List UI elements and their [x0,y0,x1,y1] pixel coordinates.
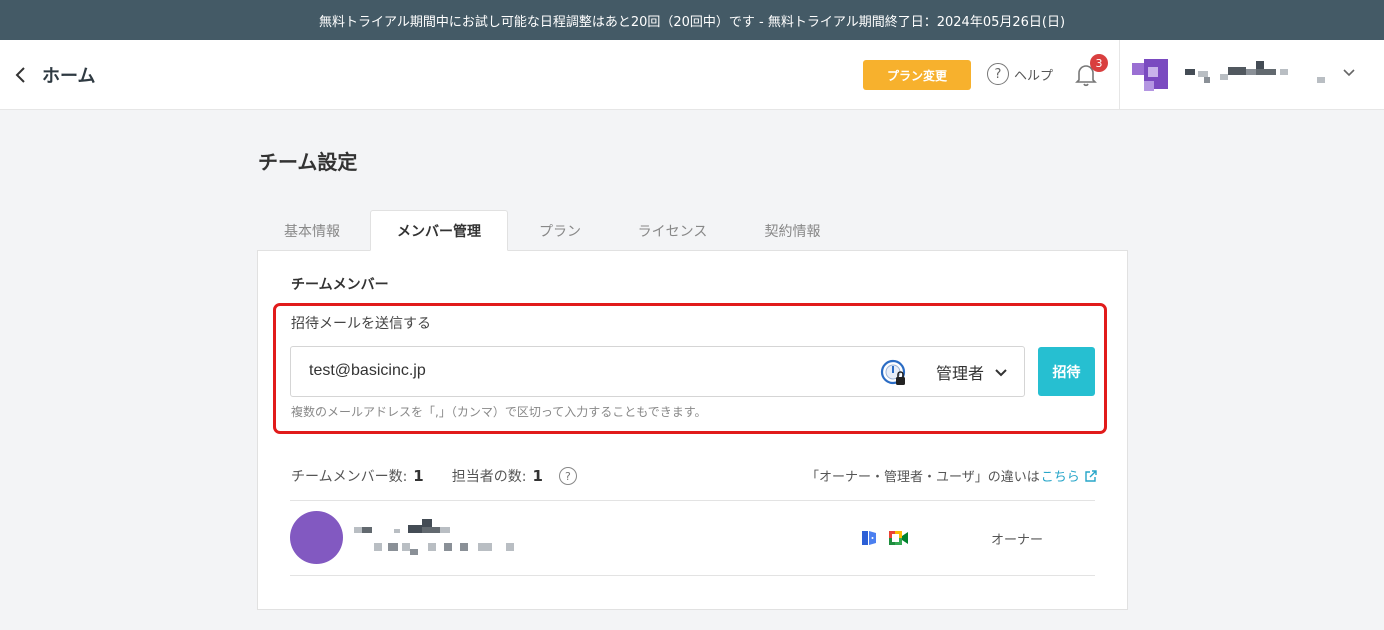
member-count-label: チームメンバー数: [291,469,408,485]
role-difference-text: 「オーナー・管理者・ユーザ」の違いは [806,470,1040,485]
account-menu[interactable] [1130,57,1370,93]
assignee-count: 1 [532,467,543,485]
tab-plan[interactable]: プラン [515,210,605,251]
header-divider [1119,40,1120,110]
notification-badge: 3 [1090,54,1108,72]
page-title: チーム設定 [258,150,358,174]
avatar [290,511,343,564]
notifications-button[interactable]: 3 [1074,54,1108,90]
divider [290,575,1095,576]
tab-member-management[interactable]: メンバー管理 [370,210,508,251]
section-title-team-members: チームメンバー [291,277,389,293]
trial-banner-text: 無料トライアル期間中にお試し可能な日程調整はあと20回（20回中）です - 無料… [318,14,1066,30]
role-difference-link[interactable]: こちら [1041,466,1080,485]
tab-basic-info[interactable]: 基本情報 [262,210,362,251]
help-link[interactable]: ? ヘルプ [987,63,1053,85]
highlight-annotation [273,303,1107,434]
tab-contract-info[interactable]: 契約情報 [745,210,840,251]
trial-banner: 無料トライアル期間中にお試し可能な日程調整はあと20回（20回中）です - 無料… [0,0,1384,40]
member-stats: チームメンバー数: 1 担当者の数: 1 ? [291,466,577,486]
tab-license[interactable]: ライセンス [620,210,725,251]
door-app-icon [862,531,876,545]
assignee-count-label: 担当者の数: [451,469,527,485]
member-role: オーナー [991,533,1044,548]
google-meet-icon [889,531,908,545]
back-home-label: ホーム [42,66,96,87]
table-row: オーナー [290,501,1095,575]
help-icon: ? [987,63,1009,85]
info-icon[interactable]: ? [558,467,577,485]
external-link-icon[interactable] [1084,469,1098,483]
help-label: ヘルプ [1014,68,1054,84]
chevron-down-icon [1343,69,1355,77]
member-count: 1 [413,467,424,485]
chevron-left-icon [14,60,34,90]
back-home-link[interactable]: ホーム [14,60,95,90]
role-difference-note: 「オーナー・管理者・ユーザ」の違いは こちら [806,466,1098,485]
change-plan-button[interactable]: プラン変更 [863,60,971,90]
